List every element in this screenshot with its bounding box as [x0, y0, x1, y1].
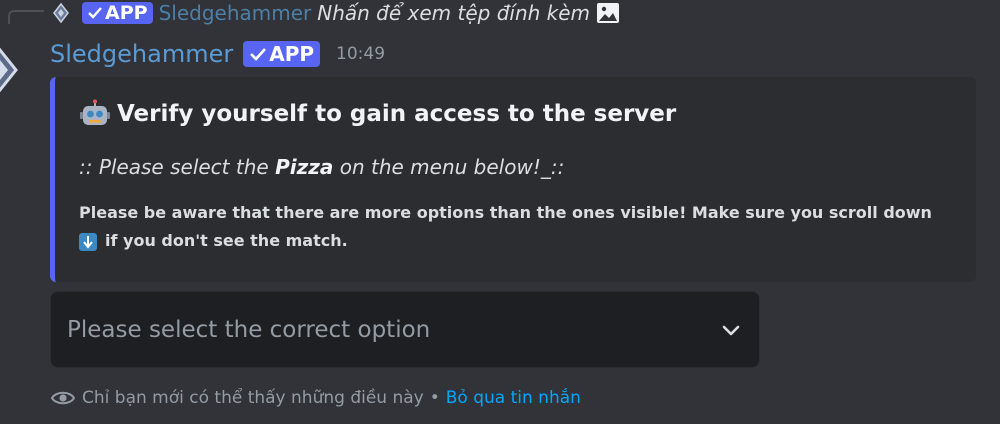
app-badge: APP	[82, 2, 153, 24]
reply-preview[interactable]: APP Sledgehammer Nhấn để xem tệp đính kè…	[0, 0, 1000, 26]
instruction-suffix: on the menu below!_::	[333, 155, 565, 179]
ephemeral-notice: Chỉ bạn mới có thể thấy những điều này •…	[50, 384, 581, 412]
app-badge: APP	[243, 41, 321, 67]
embed-instruction: :: Please select the Pizza on the menu b…	[79, 155, 564, 179]
reply-content[interactable]: APP Sledgehammer Nhấn để xem tệp đính kè…	[50, 0, 620, 26]
down-arrow-emoji-icon	[79, 233, 97, 251]
bot-avatar-icon[interactable]	[50, 2, 76, 24]
message-header: Sledgehammer APP 10:49	[50, 38, 385, 70]
image-icon	[596, 2, 620, 24]
chevron-down-icon[interactable]	[719, 318, 743, 342]
embed-title: Verify yourself to gain access to the se…	[79, 99, 676, 129]
description-line2: if you don't see the match.	[105, 231, 348, 250]
embed-title-text: Verify yourself to gain access to the se…	[117, 101, 677, 127]
message-timestamp[interactable]: 10:49	[336, 44, 385, 64]
embed-description: Please be aware that there are more opti…	[79, 199, 959, 255]
dismiss-message-link[interactable]: Bỏ qua tin nhắn	[446, 388, 581, 408]
app-badge-label: APP	[105, 1, 148, 24]
select-placeholder[interactable]: Please select the correct option	[67, 292, 430, 367]
checkmark-icon	[88, 7, 102, 19]
checkmark-icon	[250, 48, 267, 61]
message-username[interactable]: Sledgehammer	[50, 40, 233, 68]
instruction-highlight: Pizza	[275, 155, 334, 179]
instruction-prefix: :: Please select the	[79, 155, 276, 179]
reply-text[interactable]: Nhấn để xem tệp đính kèm	[317, 1, 590, 25]
notice-separator: •	[429, 388, 440, 408]
option-select-menu[interactable]: Please select the correct option	[50, 291, 760, 368]
eye-icon	[50, 385, 76, 411]
notice-text: Chỉ bạn mới có thể thấy những điều này	[82, 388, 424, 408]
reply-spine	[8, 10, 44, 24]
bot-avatar[interactable]	[0, 44, 20, 96]
verification-embed: Verify yourself to gain access to the se…	[50, 77, 976, 282]
robot-emoji-icon	[79, 99, 111, 129]
app-badge-label: APP	[269, 42, 315, 66]
description-line1: Please be aware that there are more opti…	[79, 203, 932, 222]
reply-username[interactable]: Sledgehammer	[159, 1, 312, 25]
